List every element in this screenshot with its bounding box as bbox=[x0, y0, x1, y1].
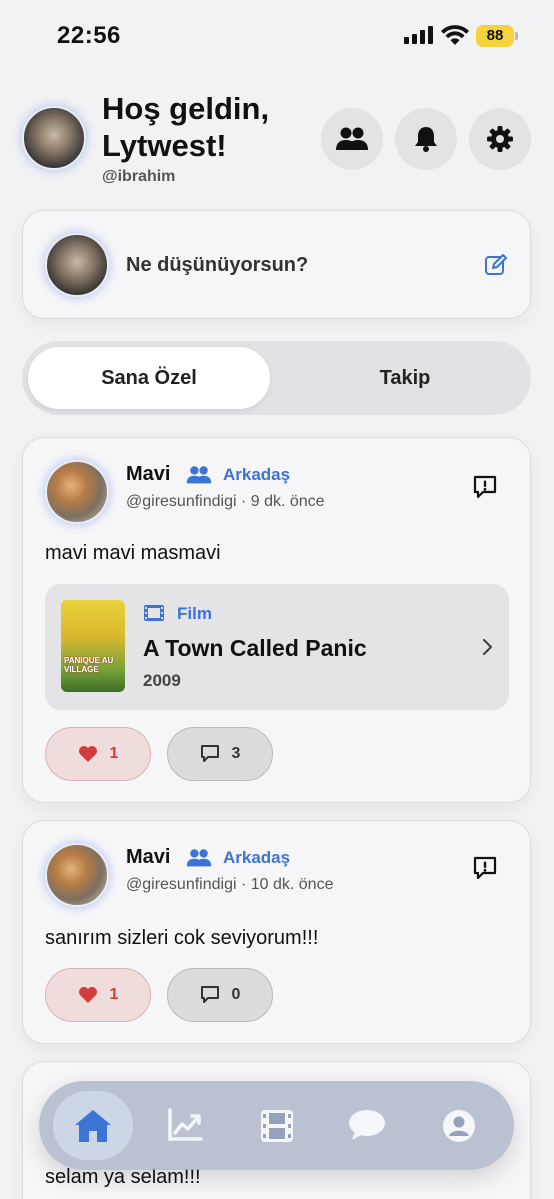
post-meta: @giresunfindigi · 9 dk. önce bbox=[126, 493, 325, 510]
film-icon[interactable] bbox=[259, 1108, 295, 1144]
chevron-right-icon bbox=[482, 638, 493, 656]
post-text: sanırım sizleri cok seviyorum!!! bbox=[45, 927, 319, 949]
edit-icon[interactable] bbox=[484, 253, 508, 277]
like-count: 1 bbox=[109, 745, 119, 762]
comment-count: 0 bbox=[231, 986, 241, 1003]
post-text: mavi mavi masmavi bbox=[45, 542, 221, 564]
status-time: 22:56 bbox=[57, 22, 121, 49]
like-button[interactable]: 1 bbox=[45, 968, 151, 1022]
wifi-icon bbox=[441, 25, 469, 45]
user-handle: @ibrahim bbox=[102, 168, 176, 185]
heart-icon bbox=[78, 987, 97, 1003]
comment-icon bbox=[200, 745, 219, 762]
user-avatar[interactable] bbox=[22, 106, 86, 170]
post-card: Mavi Arkadaş @giresunfindigi · 9 dk. önc… bbox=[22, 437, 531, 803]
like-button[interactable]: 1 bbox=[45, 727, 151, 781]
media-type-label: Film bbox=[177, 604, 212, 623]
post-author-name[interactable]: Mavi bbox=[126, 463, 170, 486]
profile-icon[interactable] bbox=[441, 1108, 477, 1144]
like-count: 1 bbox=[109, 986, 119, 1003]
chart-icon[interactable] bbox=[167, 1108, 203, 1142]
comment-count: 3 bbox=[231, 745, 241, 762]
heart-icon bbox=[78, 746, 97, 762]
cellular-signal-icon bbox=[404, 26, 433, 44]
settings-button[interactable] bbox=[469, 108, 531, 170]
feed-tabs: Sana Özel Takip bbox=[22, 341, 531, 415]
relation-badge: Arkadaş bbox=[223, 848, 291, 867]
comment-button[interactable]: 0 bbox=[167, 968, 273, 1022]
post-author-avatar[interactable] bbox=[45, 843, 109, 907]
comment-icon bbox=[200, 986, 219, 1003]
comment-button[interactable]: 3 bbox=[167, 727, 273, 781]
composer-placeholder[interactable]: Ne düşünüyorsun? bbox=[126, 254, 308, 277]
post-card: Mavi Arkadaş @giresunfindigi · 10 dk. ön… bbox=[22, 820, 531, 1044]
tab-sana-ozel[interactable]: Sana Özel bbox=[28, 347, 270, 409]
greeting-title: Hoş geldin, Lytwest! bbox=[102, 91, 270, 163]
gear-icon bbox=[487, 126, 513, 152]
chat-icon[interactable] bbox=[347, 1108, 387, 1142]
friends-button[interactable] bbox=[321, 108, 383, 170]
film-icon bbox=[144, 605, 164, 621]
tab-takip[interactable]: Takip bbox=[284, 347, 526, 409]
notifications-button[interactable] bbox=[395, 108, 457, 170]
media-title: A Town Called Panic bbox=[143, 635, 367, 661]
bell-icon bbox=[415, 127, 437, 152]
poster-title: PANIQUE AU VILLAGE bbox=[64, 656, 114, 674]
friends-icon bbox=[186, 466, 212, 484]
post-meta: @giresunfindigi · 10 dk. önce bbox=[126, 876, 334, 893]
bottom-tab-bar bbox=[39, 1081, 514, 1170]
friends-icon bbox=[186, 849, 212, 867]
media-attachment[interactable]: PANIQUE AU VILLAGE Film A Town Called Pa… bbox=[45, 584, 509, 710]
home-icon[interactable] bbox=[73, 1108, 113, 1144]
report-icon[interactable] bbox=[472, 474, 498, 500]
report-icon[interactable] bbox=[472, 855, 498, 881]
relation-badge: Arkadaş bbox=[223, 465, 291, 484]
post-author-avatar[interactable] bbox=[45, 460, 109, 524]
battery-indicator: 88 bbox=[476, 25, 518, 47]
status-bar: 22:56 88 bbox=[0, 0, 554, 70]
movie-poster: PANIQUE AU VILLAGE bbox=[61, 600, 125, 692]
composer-avatar bbox=[45, 233, 109, 297]
friends-icon bbox=[336, 127, 368, 150]
composer-card[interactable]: Ne düşünüyorsun? bbox=[22, 210, 531, 319]
post-author-name[interactable]: Mavi bbox=[126, 846, 170, 869]
media-year: 2009 bbox=[143, 671, 181, 690]
